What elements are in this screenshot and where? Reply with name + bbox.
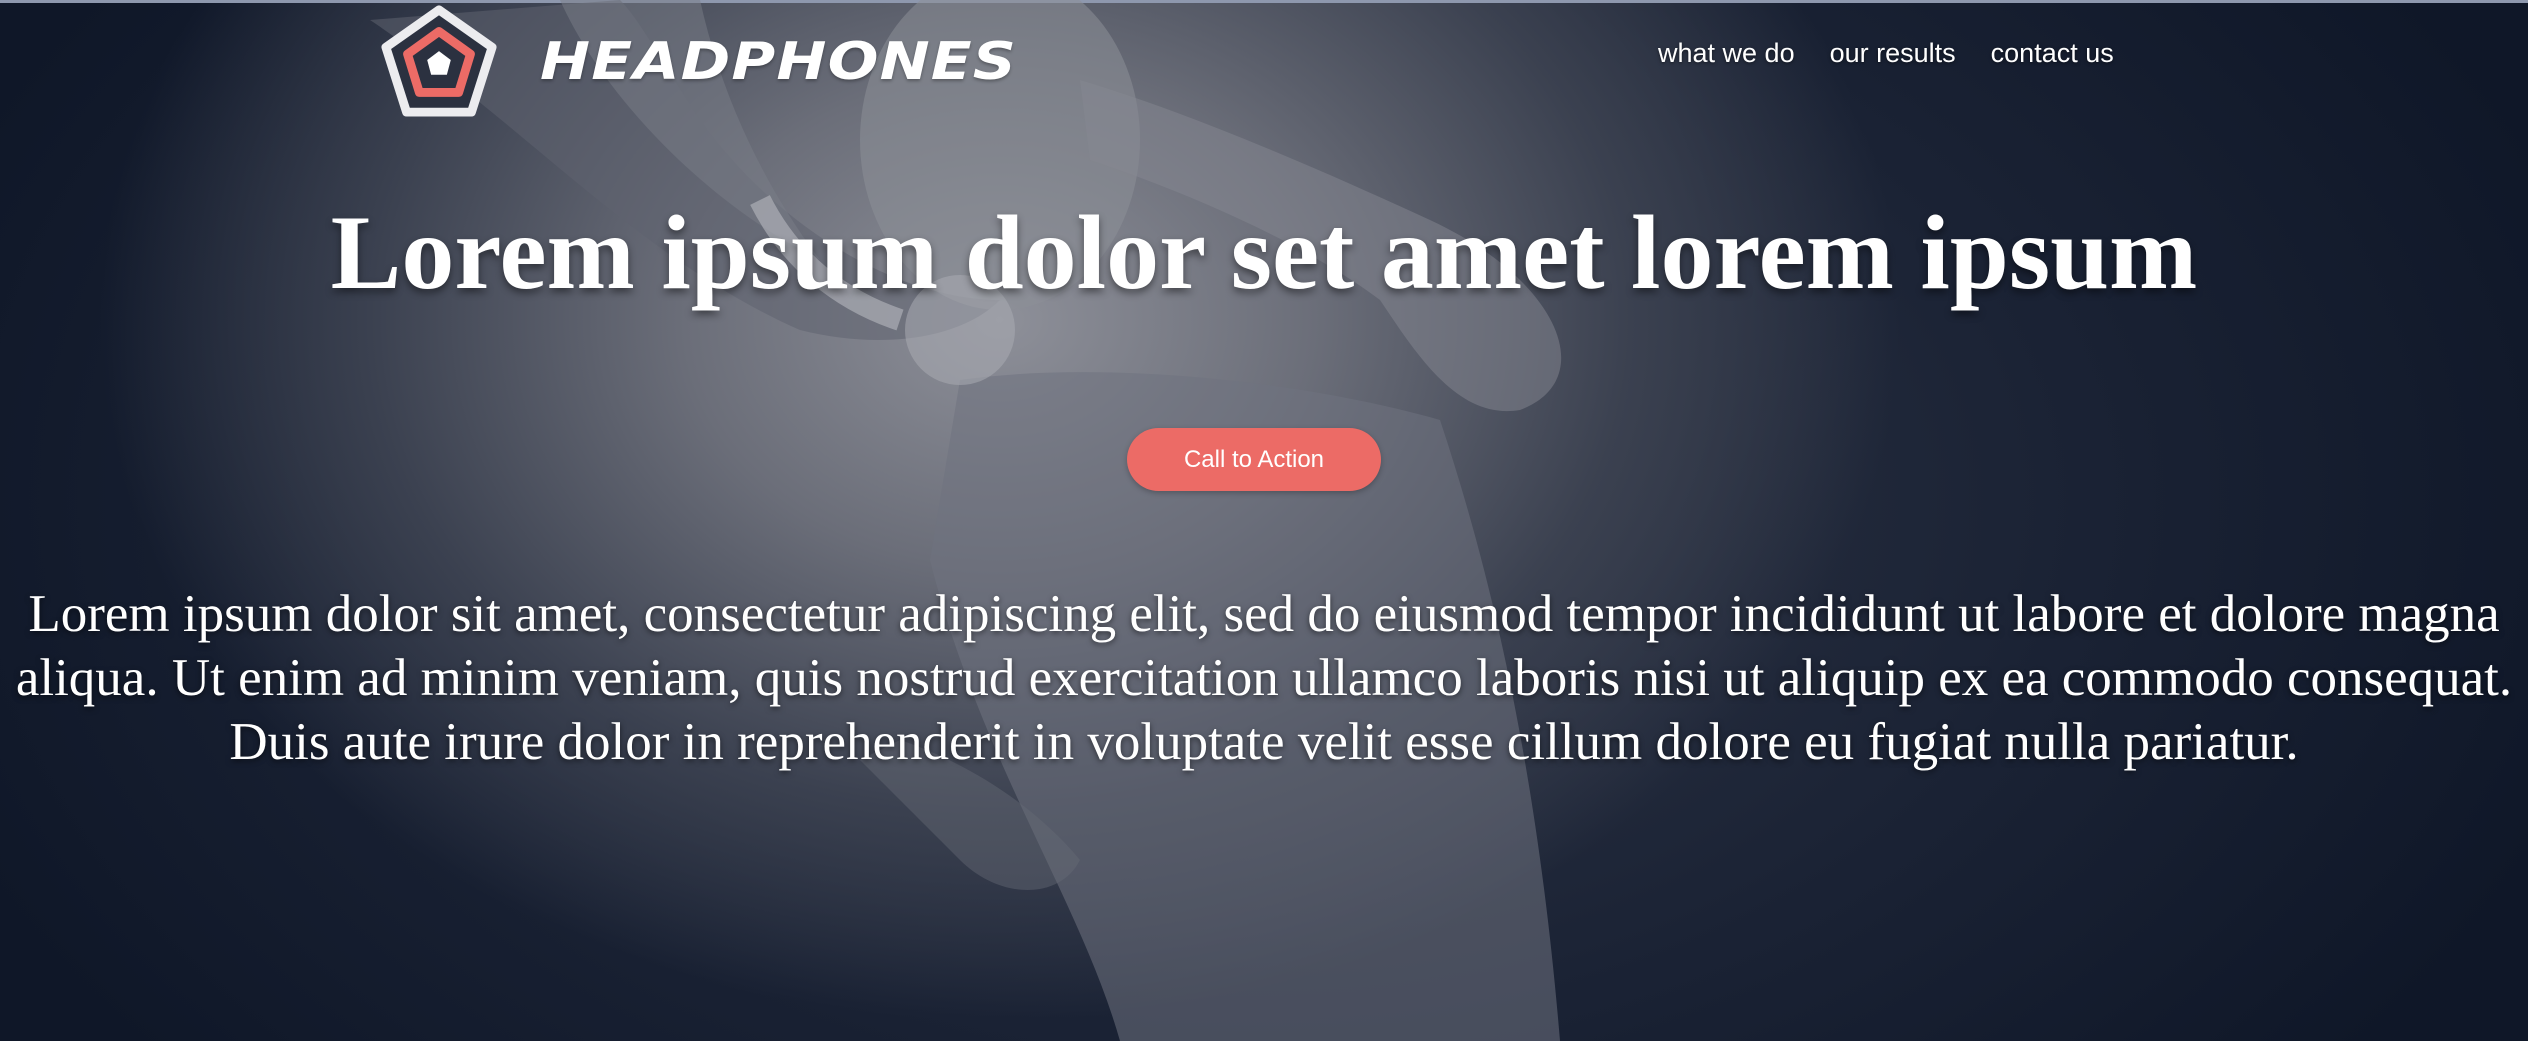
brand-name: HEADPHONES [540,32,1017,92]
brand-logo[interactable]: HEADPHONES [380,4,1016,120]
hero-body-text: Lorem ipsum dolor sit amet, consectetur … [15,585,2513,771]
pentagon-logo-icon [381,5,497,117]
nav-link-contact-us[interactable]: contact us [1991,38,2114,69]
nav-link-what-we-do[interactable]: what we do [1658,38,1795,69]
call-to-action-button[interactable]: Call to Action [1127,428,1381,491]
hero-background-photo [370,0,1562,1041]
hero-headline: Lorem ipsum dolor set amet lorem ipsum [330,194,2198,311]
hero-section: HEADPHONES what we do our results contac… [0,0,2528,1041]
main-nav: what we do our results contact us [1658,38,2114,69]
nav-link-our-results[interactable]: our results [1830,38,1956,69]
